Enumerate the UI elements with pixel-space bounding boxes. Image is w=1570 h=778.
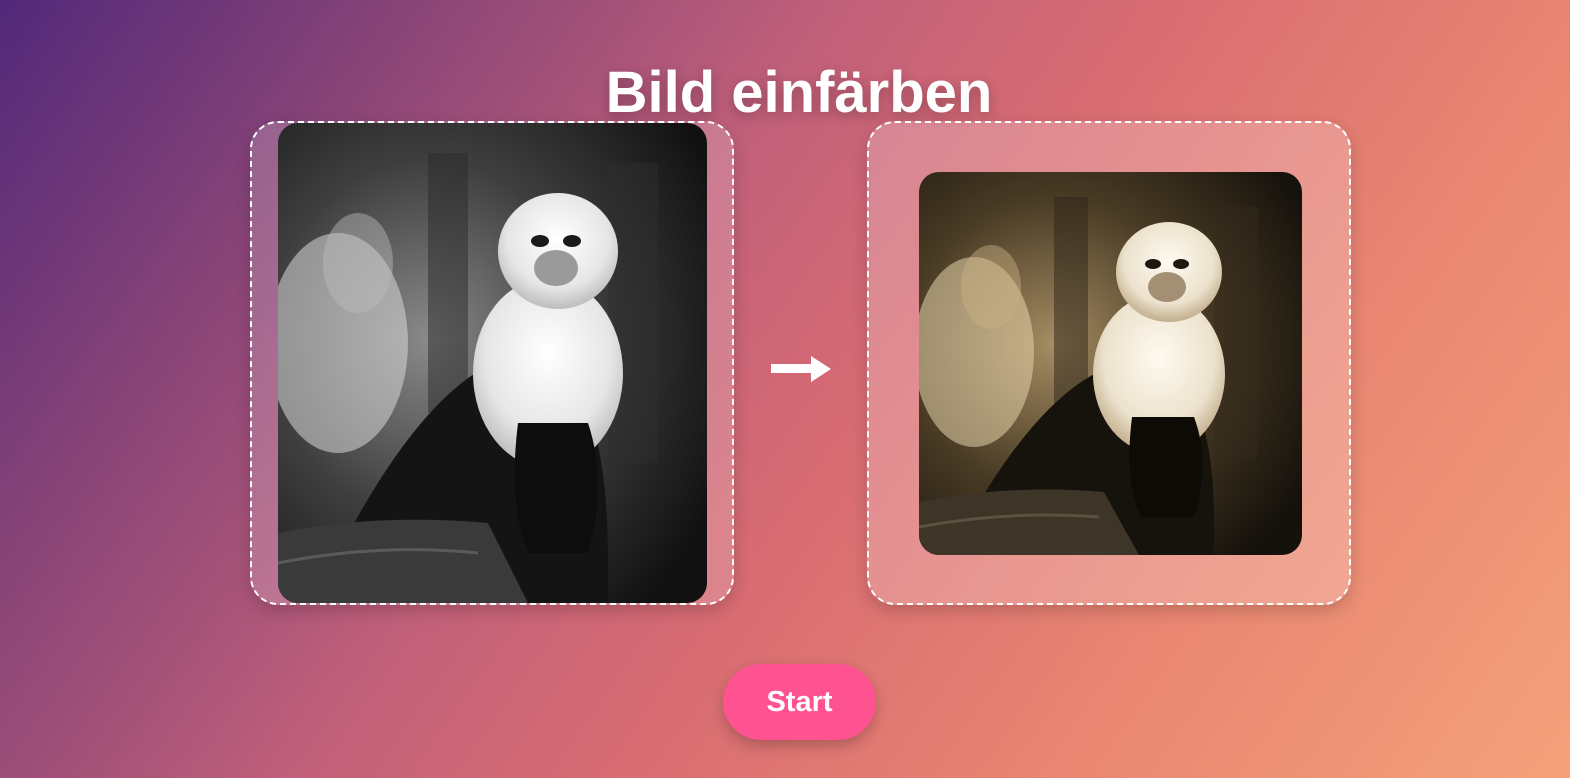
page-title: Bild einfärben xyxy=(605,59,993,125)
colorized-monkey-image xyxy=(919,172,1302,555)
source-image xyxy=(278,123,707,603)
result-image-frame xyxy=(867,121,1351,605)
arrow-right-icon xyxy=(771,356,831,382)
source-image-dropzone[interactable] xyxy=(250,121,734,605)
start-button[interactable]: Start xyxy=(723,664,876,740)
grayscale-monkey-image xyxy=(278,123,707,603)
result-image xyxy=(919,172,1302,555)
